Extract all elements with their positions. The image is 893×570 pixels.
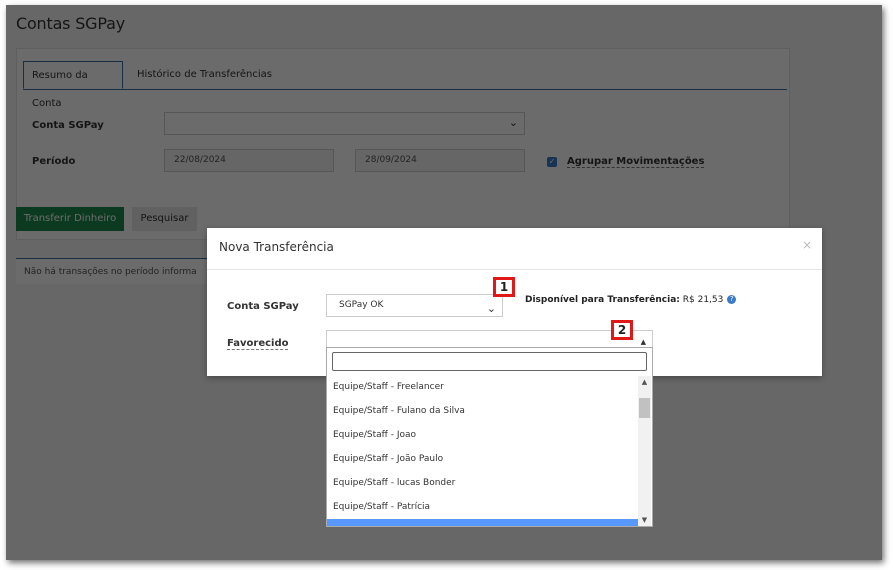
modal-account-value: SGPay OK [339,300,384,310]
account-label: Conta SGPay [32,120,104,131]
modal-title: Nova Transferência [219,240,334,254]
tab-resumo-da-conta[interactable]: Resumo da Conta [23,61,123,109]
transfer-money-button[interactable]: Transferir Dinheiro [16,207,124,231]
list-item[interactable]: Equipe/Staff - Joao [327,423,638,447]
scroll-down-icon[interactable]: ▼ [638,514,651,526]
info-icon[interactable]: ? [727,295,737,304]
date-to-input[interactable]: 28/09/2024 [355,149,525,172]
date-from-input[interactable]: 22/08/2024 [164,149,334,172]
dropdown-search-input[interactable] [332,352,647,371]
account-select[interactable]: ⌄ [164,112,525,135]
dropdown-scrollbar[interactable]: ▲ ▼ [638,376,651,526]
page-title: Contas SGPay [16,14,125,33]
list-item[interactable]: Equipe/Staff - Patrícia [327,495,638,519]
callout-marker-2: 2 [611,320,633,340]
chevron-down-icon: ⌄ [486,302,496,315]
empty-transactions-message: Não há transações no período informa [16,258,216,284]
dropdown-list: Equipe/Staff - Freelancer Equipe/Staff -… [327,375,638,526]
list-item-highlighted[interactable]: Equipe/Staff - Pedro [327,519,638,526]
callout-marker-1: 1 [493,277,515,297]
modal-account-select[interactable]: SGPay OK ⌄ [326,294,503,317]
search-button[interactable]: Pesquisar [132,207,197,231]
tab-historico-de-transferencias[interactable]: Histórico de Transferências [129,61,280,89]
scroll-up-icon[interactable]: ▲ [638,376,651,388]
list-item[interactable]: Equipe/Staff - lucas Bonder [327,471,638,495]
app-window: Contas SGPay Resumo da Conta Histórico d… [6,5,882,560]
close-icon[interactable]: × [802,238,812,252]
modal-account-label: Conta SGPay [227,301,299,312]
available-balance: Disponível para Transferência: R$ 21,53 … [525,295,737,305]
scrollbar-thumb[interactable] [639,398,650,418]
list-item[interactable]: Equipe/Staff - João Paulo [327,447,638,471]
group-checkbox-label[interactable]: Agrupar Movimentações [567,156,705,168]
beneficiary-label: Favorecido [227,338,289,350]
list-item[interactable]: Equipe/Staff - Freelancer [327,375,638,399]
modal-divider [207,269,822,270]
chevron-down-icon: ⌄ [508,116,518,129]
list-item[interactable]: Equipe/Staff - Fulano da Silva [327,399,638,423]
available-label: Disponível para Transferência: [525,295,680,305]
group-checkbox[interactable]: ✓ [547,157,557,167]
period-label: Período [32,156,76,167]
beneficiary-dropdown: Equipe/Staff - Freelancer Equipe/Staff -… [326,347,653,527]
available-value: R$ 21,53 [682,295,724,305]
check-icon: ✓ [548,157,556,166]
tab-bar: Resumo da Conta Histórico de Transferênc… [23,61,787,109]
